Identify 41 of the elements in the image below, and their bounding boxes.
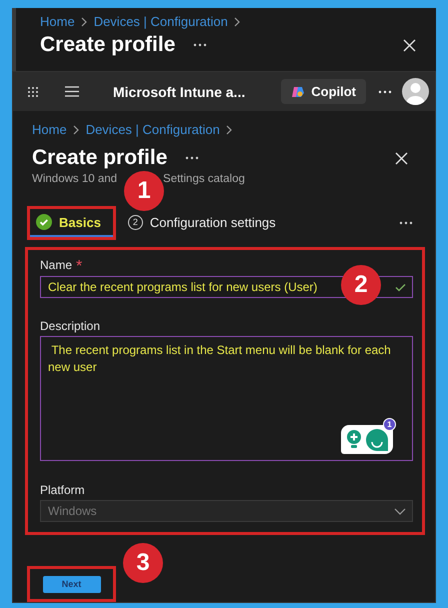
wizard-tab[interactable]: Basics	[30, 209, 113, 237]
breadcrumb-link[interactable]: Home	[32, 122, 67, 137]
app-title: Microsoft Intune a...	[113, 84, 246, 100]
next-button[interactable]: Next	[42, 576, 100, 592]
more-icon[interactable]	[193, 43, 208, 47]
close-icon[interactable]	[403, 38, 416, 52]
app-launcher-icon[interactable]	[27, 86, 39, 98]
copilot-logo	[291, 84, 306, 98]
step-badge: 2	[341, 265, 381, 305]
page-title: Create profile	[40, 33, 176, 57]
step-badge: 3	[123, 543, 163, 583]
chevron-icon	[80, 16, 88, 26]
more-icon[interactable]	[378, 90, 392, 94]
writing-assistant-widget[interactable]	[341, 425, 393, 454]
chevron-icon	[226, 124, 233, 134]
chevron-down-icon	[394, 508, 406, 514]
assistant-logo	[365, 428, 389, 452]
chevron-icon	[234, 16, 241, 26]
menu-icon[interactable]	[65, 86, 79, 97]
check-circle-icon	[36, 214, 52, 230]
avatar-icon[interactable]	[402, 78, 429, 105]
more-icon[interactable]	[185, 156, 200, 160]
field-label: Description	[40, 319, 102, 333]
breadcrumb-link[interactable]: Home	[40, 14, 75, 29]
breadcrumb-link[interactable]: Devices | Configuration	[94, 14, 228, 29]
field-label: Platform	[40, 483, 86, 497]
step-number: 2	[128, 214, 143, 230]
page-title: Create profile	[32, 146, 168, 170]
page-subtitle: Settings catalog	[163, 173, 245, 185]
notification-badge: 1	[383, 418, 396, 431]
required-mark: *	[76, 258, 82, 276]
chevron-icon	[72, 124, 80, 134]
lightbulb-icon	[345, 428, 363, 450]
description-field[interactable]: The recent programs list in the Start menu will be blank for each new user 1	[40, 336, 413, 461]
more-icon[interactable]	[399, 221, 413, 225]
close-icon[interactable]	[395, 152, 408, 164]
copilot-button[interactable]: Copilot	[281, 79, 366, 104]
breadcrumb-link[interactable]: Devices | Configuration	[86, 122, 220, 137]
field-label: Name	[40, 258, 72, 273]
step-badge: 1	[124, 171, 164, 211]
page-subtitle: Windows 10 and	[32, 173, 118, 185]
